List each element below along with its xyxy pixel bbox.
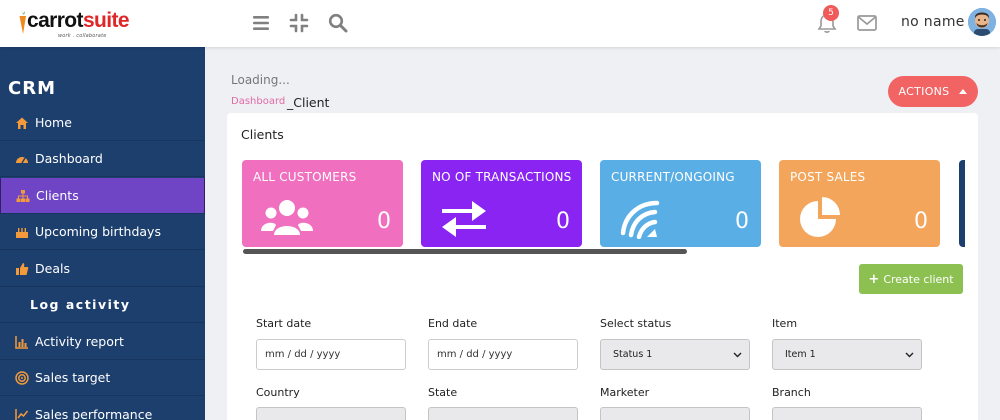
end-date-input[interactable]: mm / dd / yyyy bbox=[428, 339, 578, 370]
stat-value: 0 bbox=[735, 209, 749, 234]
notification-badge: 5 bbox=[823, 5, 839, 21]
create-client-label: Create client bbox=[883, 272, 954, 286]
carrotsuite-logo[interactable]: carrotsuite work . collaborate bbox=[18, 7, 138, 39]
sidebar-item-label: Clients bbox=[36, 188, 79, 203]
country-select[interactable] bbox=[256, 407, 406, 420]
status-select-value: Status 1 bbox=[613, 349, 653, 360]
state-select[interactable] bbox=[428, 407, 578, 420]
sidebar-item-label: Sales performance bbox=[35, 407, 153, 420]
cake-icon bbox=[16, 227, 28, 238]
carrot-icon bbox=[19, 10, 26, 34]
stat-label: NO OF TRANSACTIONS bbox=[432, 170, 572, 184]
status-label: Select status bbox=[600, 317, 672, 330]
mail-icon[interactable] bbox=[856, 13, 878, 33]
stat-label: POST SALES bbox=[790, 170, 866, 184]
start-date-label: Start date bbox=[256, 317, 312, 330]
sidebar-item-sales-performance[interactable]: Sales performance bbox=[0, 397, 205, 420]
marketer-label: Marketer bbox=[600, 386, 650, 399]
stat-value: 0 bbox=[914, 209, 928, 234]
avatar-image bbox=[968, 8, 996, 36]
sidebar-item-dashboard[interactable]: Dashboard bbox=[0, 141, 205, 177]
sidebar: CRM Home Dashboard Clients Upcoming birt… bbox=[0, 47, 205, 420]
menu-icon[interactable] bbox=[251, 13, 271, 33]
sidebar-item-label: Log activity bbox=[30, 297, 131, 312]
item-select[interactable]: Item 1 bbox=[772, 339, 922, 370]
sidebar-item-label: Upcoming birthdays bbox=[35, 224, 161, 239]
stat-label: CURRENT/ONGOING bbox=[611, 170, 735, 184]
stat-post-sales[interactable]: POST SALES 0 bbox=[779, 160, 940, 247]
sidebar-item-label: Sales target bbox=[35, 370, 111, 385]
sidebar-item-activity-report[interactable]: Activity report bbox=[0, 324, 205, 360]
chart-icon bbox=[15, 335, 28, 349]
line-chart-icon bbox=[15, 408, 29, 420]
sidebar-item-deals[interactable]: Deals bbox=[0, 251, 205, 287]
search-icon[interactable] bbox=[328, 13, 348, 33]
actions-label: ACTIONS bbox=[898, 85, 950, 98]
end-date-label: End date bbox=[428, 317, 478, 330]
exchange-icon bbox=[442, 201, 486, 237]
stat-current-ongoing[interactable]: CURRENT/ONGOING 0 bbox=[600, 160, 761, 247]
sidebar-item-home[interactable]: Home bbox=[0, 105, 205, 141]
horizontal-scrollbar[interactable] bbox=[243, 249, 687, 254]
sidebar-item-log-activity[interactable]: Log activity bbox=[0, 287, 205, 323]
target-icon bbox=[15, 370, 29, 385]
user-name[interactable]: no name bbox=[901, 14, 965, 30]
branch-select[interactable] bbox=[772, 407, 922, 420]
signal-icon bbox=[620, 200, 660, 239]
compress-icon[interactable] bbox=[289, 13, 309, 33]
item-label: Item bbox=[772, 317, 798, 330]
chevron-down-icon bbox=[733, 352, 742, 358]
country-label: Country bbox=[256, 386, 300, 399]
caret-up-icon bbox=[959, 89, 968, 94]
stat-all-customers[interactable]: ALL CUSTOMERS 0 bbox=[242, 160, 403, 247]
sidebar-item-label: Deals bbox=[35, 261, 70, 276]
stat-no-of-transactions[interactable]: NO OF TRANSACTIONS 0 bbox=[421, 160, 582, 247]
card-title: Clients bbox=[241, 127, 284, 142]
clients-card: Clients ALL CUSTOMERS 0 NO OF TRANSACTIO… bbox=[227, 113, 978, 420]
stat-value: 0 bbox=[556, 209, 570, 234]
home-icon bbox=[16, 117, 28, 129]
start-date-input[interactable]: mm / dd / yyyy bbox=[256, 339, 406, 370]
sidebar-title: CRM bbox=[8, 78, 56, 99]
sidebar-item-label: Home bbox=[35, 115, 72, 130]
pie-icon bbox=[800, 197, 840, 237]
breadcrumb-current: _Client bbox=[287, 95, 330, 110]
plus-icon: + bbox=[868, 271, 880, 287]
logo-wordmark: carrotsuite bbox=[27, 9, 130, 32]
marketer-select[interactable] bbox=[600, 407, 750, 420]
item-select-value: Item 1 bbox=[785, 349, 816, 360]
chevron-down-icon bbox=[905, 352, 914, 358]
create-client-button[interactable]: + Create client bbox=[859, 264, 963, 294]
sidebar-item-label: Dashboard bbox=[35, 151, 103, 166]
gauge-icon bbox=[16, 156, 28, 163]
stat-label: ALL CUSTOMERS bbox=[253, 170, 357, 184]
state-label: State bbox=[428, 386, 458, 399]
thumbs-up-icon bbox=[16, 262, 29, 275]
sidebar-item-clients[interactable]: Clients bbox=[0, 178, 205, 214]
logo-tagline: work . collaborate bbox=[58, 33, 107, 39]
breadcrumb-dashboard-link[interactable]: Dashboard bbox=[231, 96, 285, 107]
stat-value: 0 bbox=[377, 209, 391, 234]
sitemap-icon bbox=[16, 189, 30, 202]
loading-text: Loading... bbox=[231, 73, 290, 87]
branch-label: Branch bbox=[772, 386, 811, 399]
actions-button[interactable]: ACTIONS bbox=[888, 76, 978, 107]
users-icon bbox=[261, 200, 313, 235]
sidebar-item-upcoming-birthdays[interactable]: Upcoming birthdays bbox=[0, 214, 205, 250]
stat-tile-partial bbox=[959, 160, 965, 247]
avatar[interactable] bbox=[968, 8, 996, 36]
top-bar: carrotsuite work . collaborate 5 no name bbox=[0, 0, 1000, 47]
sidebar-item-sales-target[interactable]: Sales target bbox=[0, 360, 205, 396]
status-select[interactable]: Status 1 bbox=[600, 339, 750, 370]
sidebar-item-label: Activity report bbox=[35, 334, 124, 349]
